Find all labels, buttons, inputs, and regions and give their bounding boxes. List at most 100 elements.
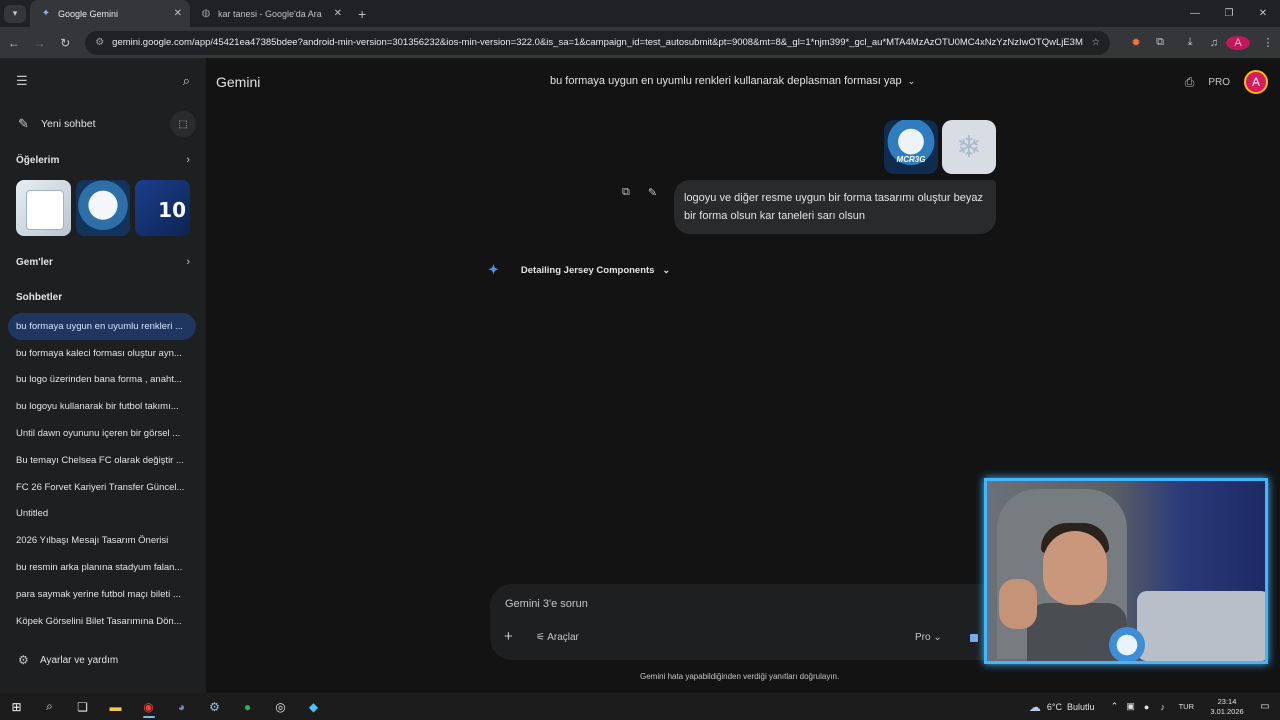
gems-section[interactable]: Gem'ler › xyxy=(0,250,206,274)
browser-toolbar: ← → ↻ ⚙ gemini.google.com/app/45421ea473… xyxy=(0,27,1280,58)
task-view-icon[interactable]: ❏ xyxy=(66,693,99,720)
stop-icon[interactable] xyxy=(970,634,978,642)
profile-avatar[interactable]: A xyxy=(1226,35,1250,50)
address-bar[interactable]: ⚙ gemini.google.com/app/45421ea47385bdee… xyxy=(85,30,1110,55)
bookmark-star-icon[interactable]: ☆ xyxy=(1091,37,1100,48)
discord-icon[interactable]: ◕ xyxy=(165,693,198,720)
tray-app-icon[interactable]: ▣ xyxy=(1123,701,1139,712)
tab-search-button[interactable]: ▾ xyxy=(4,4,26,23)
chat-item[interactable]: bu formaya kaleci forması oluştur ayn... xyxy=(0,340,206,367)
chat-item[interactable]: FC 26 Forvet Kariyeri Transfer Güncel... xyxy=(0,474,206,501)
language-indicator[interactable]: TUR xyxy=(1179,702,1194,711)
thinking-label: Detailing Jersey Components xyxy=(520,264,655,276)
new-chat-label: Yeni sohbet xyxy=(41,118,96,130)
thinking-indicator[interactable]: ✦ Detailing Jersey Components ⌄ xyxy=(488,262,670,278)
spotify-icon[interactable]: ● xyxy=(231,693,264,720)
print-icon[interactable]: ⎙ xyxy=(1185,75,1195,90)
chat-item[interactable]: para saymak yerine futbol maçı bileti ..… xyxy=(0,581,206,608)
start-icon[interactable]: ⊞ xyxy=(0,693,33,720)
tab-title: kar tanesi - Google'da Ara xyxy=(218,8,322,19)
close-window-icon[interactable]: ✕ xyxy=(1246,8,1280,19)
download-icon[interactable]: ⤓ xyxy=(1178,36,1202,49)
clock-date: 3.01.2026 xyxy=(1210,706,1244,716)
restore-icon[interactable]: ❐ xyxy=(1212,8,1246,19)
obs-icon[interactable]: ◎ xyxy=(264,693,297,720)
app-brand[interactable]: Gemini xyxy=(216,74,260,90)
new-tab-button[interactable]: + xyxy=(358,6,366,22)
chrome-icon[interactable]: ◉ xyxy=(132,693,165,720)
chat-item[interactable]: 2026 Yılbaşı Mesajı Tasarım Önerisi xyxy=(0,527,206,554)
weather-widget[interactable]: ☁ 6°C Bulutlu xyxy=(1029,700,1095,714)
model-label: Pro xyxy=(915,632,931,643)
avatar[interactable]: A xyxy=(1244,70,1268,94)
clock-time: 23:14 xyxy=(1217,696,1237,706)
chat-item[interactable]: Until dawn oyununu içeren bir görsel ... xyxy=(0,420,206,447)
media-control-icon[interactable]: ♫ xyxy=(1202,37,1226,49)
steam-icon[interactable]: ⚙ xyxy=(198,693,231,720)
extension-icon[interactable]: ✹ xyxy=(1124,36,1148,49)
chat-title: 2026 Yılbaşı Mesajı Tasarım Önerisi xyxy=(16,535,169,547)
sidebar: ☰ ⌕ ✎ Yeni sohbet ⬚ Öğelerim › Gem'ler ›… xyxy=(0,58,206,693)
file-explorer-icon[interactable]: ▬ xyxy=(99,693,132,720)
chats-section: Sohbetler xyxy=(0,285,206,309)
chat-item[interactable]: bu logo üzerinden bana forma , anaht... xyxy=(0,367,206,394)
reload-icon[interactable]: ↻ xyxy=(53,36,77,50)
chat-item[interactable]: Köpek Görselini Bilet Tasarımına Dön... xyxy=(0,608,206,635)
item-thumbnail-jersey-blue[interactable] xyxy=(135,180,191,236)
volume-icon[interactable]: ♪ xyxy=(1155,702,1171,712)
google-favicon-icon: ◍ xyxy=(201,8,211,19)
tab-title: Google Gemini xyxy=(58,8,119,19)
new-chat-button[interactable]: ✎ Yeni sohbet ⬚ xyxy=(0,104,206,144)
conversation-title[interactable]: bu formaya uygun en uyumlu renkleri kull… xyxy=(550,75,915,87)
settings-label: Ayarlar ve yardım xyxy=(40,654,119,666)
pro-badge[interactable]: PRO xyxy=(1208,77,1230,88)
logo-text: MCR3G xyxy=(896,155,926,164)
site-info-icon[interactable]: ⚙ xyxy=(95,37,104,48)
chat-item[interactable]: bu resmin arka planına stadyum falan... xyxy=(0,554,206,581)
menu-icon[interactable]: ☰ xyxy=(16,73,28,89)
section-label: Gem'ler xyxy=(16,256,53,268)
search-icon[interactable]: ⌕ xyxy=(33,693,66,720)
item-thumbnail-jersey-white[interactable] xyxy=(16,180,71,236)
tools-label: Araçlar xyxy=(547,632,579,643)
settings-and-help-button[interactable]: ⚙ Ayarlar ve yardım xyxy=(0,647,136,673)
tab-google-gemini[interactable]: ✦ Google Gemini ✕ xyxy=(30,0,190,27)
app-icon[interactable]: ◆ xyxy=(297,693,330,720)
chat-item[interactable]: Bu temayı Chelsea FC olarak değiştir ... xyxy=(0,447,206,474)
attachment-logo-image[interactable]: MCR3G xyxy=(884,120,938,174)
browser-menu-icon[interactable]: ⋮ xyxy=(1256,36,1280,49)
my-items-section[interactable]: Öğelerim › xyxy=(0,148,206,172)
extensions-puzzle-icon[interactable]: ⧉ xyxy=(1148,36,1172,49)
chevron-up-icon[interactable]: ⌃ xyxy=(1107,701,1123,712)
add-attachment-icon[interactable]: + xyxy=(504,628,513,645)
edit-message-icon[interactable]: ✎ xyxy=(648,186,657,199)
notification-icon[interactable]: ▭ xyxy=(1250,701,1280,712)
chat-item[interactable]: bu logoyu kullanarak bir futbol takımı..… xyxy=(0,393,206,420)
microphone-icon[interactable]: ● xyxy=(1139,702,1155,712)
chevron-down-icon: ⌄ xyxy=(907,76,916,86)
chat-item[interactable]: bu formaya uygun en uyumlu renkleri ... xyxy=(8,313,196,340)
weather-text: Bulutlu xyxy=(1067,701,1095,712)
items-thumbnails xyxy=(0,172,206,236)
close-tab-icon[interactable]: ✕ xyxy=(334,8,342,19)
clock[interactable]: 23:14 3.01.2026 xyxy=(1204,697,1250,717)
tools-button[interactable]: ⚟ Araçlar xyxy=(536,632,579,643)
item-thumbnail-logo[interactable] xyxy=(75,180,131,236)
search-icon[interactable]: ⌕ xyxy=(183,73,190,89)
attachment-snowflake-image[interactable]: ❄ xyxy=(942,120,996,174)
chevron-down-icon: ⌄ xyxy=(662,264,671,275)
close-tab-icon[interactable]: ✕ xyxy=(174,8,182,19)
prompt-input[interactable]: Gemini 3'e sorun xyxy=(505,598,588,610)
chat-item[interactable]: Untitled xyxy=(0,501,206,528)
temporary-chat-icon[interactable]: ⬚ xyxy=(170,111,196,137)
back-icon[interactable]: ← xyxy=(2,36,26,50)
chat-title: FC 26 Forvet Kariyeri Transfer Güncel... xyxy=(16,481,185,493)
minimize-icon[interactable]: — xyxy=(1178,8,1212,19)
disclaimer-text: Gemini hata yapabildiğinden verdiği yanı… xyxy=(640,672,840,681)
tab-google-search[interactable]: ◍ kar tanesi - Google'da Ara ✕ xyxy=(190,0,350,27)
copy-icon[interactable]: ⧉ xyxy=(622,186,630,199)
gear-icon: ⚙ xyxy=(18,653,29,667)
model-selector[interactable]: Pro ⌄ xyxy=(915,632,942,643)
forward-icon[interactable]: → xyxy=(28,36,52,50)
chat-title: para saymak yerine futbol maçı bileti ..… xyxy=(16,588,181,600)
